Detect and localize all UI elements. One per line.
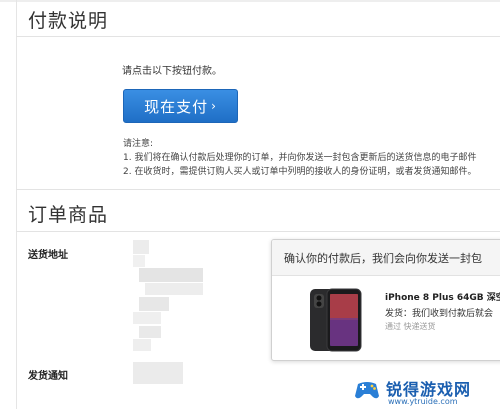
product-name: iPhone 8 Plus 64GB 深空灰 xyxy=(385,293,500,303)
top-strip xyxy=(0,0,500,2)
notice-item-1: 1. 我们将在确认付款后处理你的订单，并向你发送一封包含更新后的送货信息的电子邮… xyxy=(123,153,477,163)
payment-notice: 请注意: 1. 我们将在确认付款后处理你的订单，并向你发送一封包含更新后的送货信… xyxy=(123,137,476,179)
site-watermark: 锐得游戏网 www.ytruide.com xyxy=(352,370,500,409)
payment-prompt: 请点击以下按钮付款。 xyxy=(122,66,222,77)
divider xyxy=(16,36,500,37)
notice-title: 请注意: xyxy=(123,139,154,149)
popup-header: 确认你的付款后，我们会向你发送一封包 xyxy=(272,240,500,276)
product-ship-info: 发货：我们收到付款后就会 xyxy=(385,309,494,319)
address-label: 送货地址 xyxy=(28,250,68,261)
product-notify-info: 通过 快递送货 xyxy=(385,322,436,331)
payment-section-title: 付款说明 xyxy=(28,10,109,32)
notice-item-2: 2. 在收货时，需提供订购人买人或订单中列明的接收人的身份证明，或者发货通知邮件… xyxy=(123,167,477,177)
pay-now-button[interactable]: 现在支付 › xyxy=(123,89,238,123)
divider xyxy=(16,231,500,232)
left-border xyxy=(16,0,17,409)
shipping-info-popup: 确认你的付款后，我们会向你发送一封包 iPhone 8 Plus 64GB 深空… xyxy=(271,239,500,361)
gamepad-logo-icon xyxy=(352,374,382,404)
watermark-url: www.ytruide.com xyxy=(388,397,458,406)
shipping-notice-label: 发货通知 xyxy=(28,371,68,382)
pay-now-label: 现在支付 xyxy=(144,97,209,116)
iphone-product-image xyxy=(307,288,363,352)
chevron-right-icon: › xyxy=(211,99,217,113)
order-section-title: 订单商品 xyxy=(28,204,109,226)
divider xyxy=(16,189,500,190)
